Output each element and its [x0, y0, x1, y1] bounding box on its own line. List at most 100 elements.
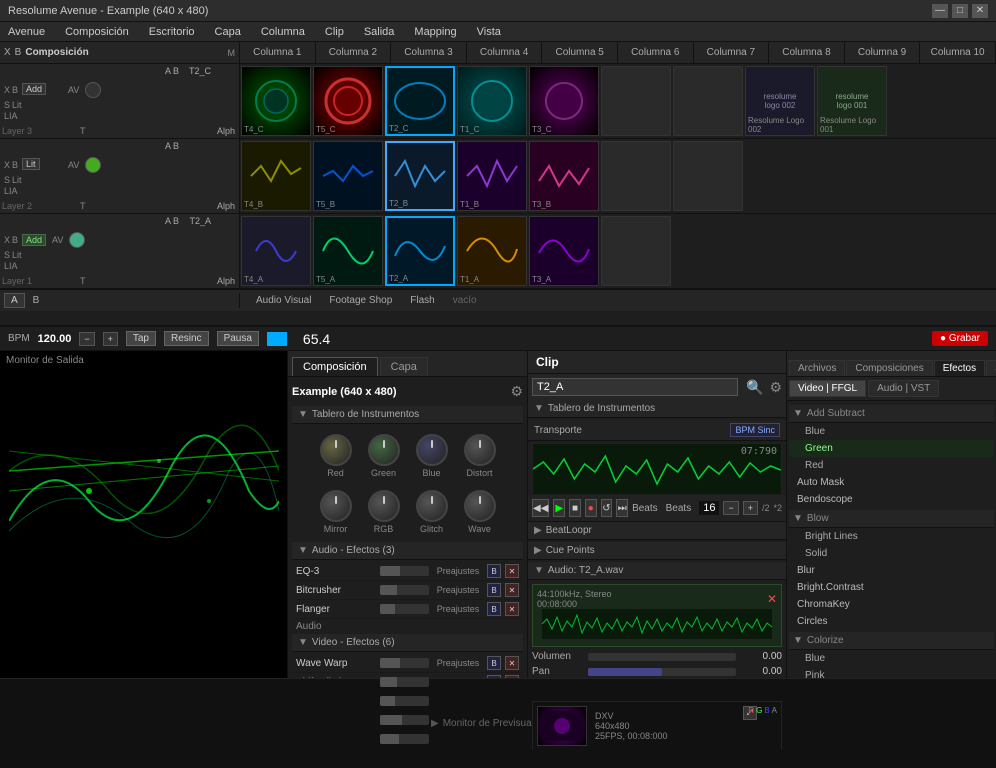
tab-capa[interactable]: Capa	[380, 357, 428, 376]
layer1-s[interactable]: S	[4, 250, 10, 260]
clip-settings-icon[interactable]: ⚙	[769, 379, 782, 396]
effect-eq3-x[interactable]: ✕	[505, 564, 519, 578]
comp-settings-icon[interactable]: ⚙	[510, 383, 523, 400]
layer3-s[interactable]: S	[4, 100, 10, 110]
effect-wavewarp-label[interactable]: Preajustes	[433, 658, 483, 668]
effect-addsubtract-blue[interactable]: Blue	[789, 423, 994, 440]
effects-tab-efectos[interactable]: Efectos	[934, 360, 985, 376]
layer2-x[interactable]: X	[4, 160, 10, 170]
col-header-8[interactable]: Columna 8	[769, 42, 845, 63]
nav-vacio[interactable]: vacío	[445, 293, 485, 308]
layer1-btn-add[interactable]: Add	[22, 234, 46, 246]
layer1-lia[interactable]: LIA	[4, 261, 18, 271]
nav-footage[interactable]: Footage Shop	[321, 293, 400, 308]
effect-flanger-x[interactable]: ✕	[505, 602, 519, 616]
effect-bitcrusher-x[interactable]: ✕	[505, 583, 519, 597]
clip-l3-8[interactable]: resolumelogo 002 Resolume Logo 002	[745, 66, 815, 136]
video-g-btn[interactable]: G	[756, 706, 762, 715]
clip-l2-7[interactable]	[673, 141, 743, 211]
category-blow[interactable]: ▼ Blow	[789, 510, 994, 528]
clip-l1-2[interactable]: T5_A	[313, 216, 383, 286]
clip-l1-1[interactable]: T4_A	[241, 216, 311, 286]
volume-value[interactable]: 0.00	[742, 651, 782, 662]
effect-wavewarp-b[interactable]: B	[487, 656, 501, 670]
clip-l2-5[interactable]: T3_B	[529, 141, 599, 211]
subtab-video[interactable]: Video | FFGL	[789, 380, 866, 397]
effect-addsubtract-green[interactable]: Green	[789, 440, 994, 457]
clip-tablero-header[interactable]: ▼ Tablero de Instrumentos	[528, 400, 786, 418]
close-button[interactable]: ✕	[972, 4, 988, 18]
bpm-toggle[interactable]	[267, 332, 287, 346]
transport-stop[interactable]: ■	[569, 499, 581, 517]
menu-mapping[interactable]: Mapping	[410, 26, 460, 38]
transport-skip[interactable]: ⏭	[616, 499, 628, 517]
knob-distort-control[interactable]	[464, 434, 496, 466]
col-header-9[interactable]: Columna 9	[845, 42, 921, 63]
beats-minus[interactable]: −	[723, 501, 738, 515]
col-header-7[interactable]: Columna 7	[694, 42, 770, 63]
col-header-2[interactable]: Columna 2	[316, 42, 392, 63]
col-header-4[interactable]: Columna 4	[467, 42, 543, 63]
clip-l3-6[interactable]	[601, 66, 671, 136]
video-r-btn[interactable]: R	[748, 706, 754, 715]
layer2-b[interactable]: B	[12, 160, 18, 170]
effect-blur[interactable]: Blur	[789, 562, 994, 579]
bpm-sinc-btn[interactable]: BPM Sinc	[730, 423, 780, 437]
layer1-b[interactable]: B	[12, 235, 18, 245]
effects-tab-archivos[interactable]: Archivos	[789, 360, 845, 376]
effect-flanger-b[interactable]: B	[487, 602, 501, 616]
clip-l3-4[interactable]: T1_C	[457, 66, 527, 136]
col-header-6[interactable]: Columna 6	[618, 42, 694, 63]
clip-l1-5[interactable]: T3_A	[529, 216, 599, 286]
effect-addsubtract-red[interactable]: Red	[789, 457, 994, 474]
clip-l3-9[interactable]: resolumelogo 001 Resolume Logo 001	[817, 66, 887, 136]
clip-name-input[interactable]	[532, 378, 738, 396]
nav-flash[interactable]: Flash	[402, 293, 442, 308]
transport-loop[interactable]: ↺	[601, 499, 613, 517]
layer3-lia[interactable]: LIA	[4, 111, 18, 121]
effect-colorize-blue[interactable]: Blue	[789, 650, 994, 667]
effect-chromakey[interactable]: ChromaKey	[789, 596, 994, 613]
clip-l2-2[interactable]: T5_B	[313, 141, 383, 211]
monitor-preview[interactable]: ▶ Monitor de Previsualización	[0, 678, 996, 750]
audio-close-icon[interactable]: ✕	[767, 592, 777, 606]
beats-plus[interactable]: +	[743, 501, 758, 515]
effects-tab-composiciones[interactable]: Composiciones	[846, 360, 932, 376]
layer3-t[interactable]: T	[80, 126, 86, 136]
clip-l3-2[interactable]: T5_C	[313, 66, 383, 136]
layer3-knob[interactable]	[85, 82, 101, 98]
clip-audio-header[interactable]: ▼ Audio: T2_A.wav	[528, 562, 786, 580]
col-header-3[interactable]: Columna 3	[391, 42, 467, 63]
menu-capa[interactable]: Capa	[211, 26, 245, 38]
knob-blue-control[interactable]	[416, 434, 448, 466]
bpm-plus-button[interactable]: +	[103, 332, 118, 346]
knob-mirror-control[interactable]	[320, 490, 352, 522]
col-header-1[interactable]: Columna 1	[240, 42, 316, 63]
menu-composicion[interactable]: Composición	[61, 26, 133, 38]
minimize-button[interactable]: —	[932, 4, 948, 18]
knob-rgb-control[interactable]	[368, 490, 400, 522]
video-section-header[interactable]: ▼ Video - Efectos (6)	[292, 634, 523, 652]
effect-eq3-label[interactable]: Preajustes	[433, 566, 483, 576]
clip-l3-1[interactable]: T4_C	[241, 66, 311, 136]
tab-composicion[interactable]: Composición	[292, 357, 378, 376]
nav-audio-visual[interactable]: Audio Visual	[248, 293, 319, 308]
menu-columna[interactable]: Columna	[257, 26, 309, 38]
beatloopr-header[interactable]: ▶ BeatLoopr	[528, 522, 786, 540]
knob-glitch-control[interactable]	[416, 490, 448, 522]
layer2-s[interactable]: S	[4, 175, 10, 185]
audio-collapse[interactable]: Audio	[292, 619, 523, 634]
effect-blow-brightlines[interactable]: Bright Lines	[789, 528, 994, 545]
bpm-minus-button[interactable]: −	[79, 332, 94, 346]
effect-flanger-label[interactable]: Preajustes	[433, 604, 483, 614]
effect-bendoscope[interactable]: Bendoscope	[789, 491, 994, 508]
cuepoints-header[interactable]: ▶ Cue Points	[528, 542, 786, 560]
knob-wave-control[interactable]	[464, 490, 496, 522]
layer3-b[interactable]: B	[12, 85, 18, 95]
audio-section-header[interactable]: ▼ Audio - Efectos (3)	[292, 542, 523, 560]
volume-track[interactable]	[588, 653, 736, 661]
clip-l2-1[interactable]: T4_B	[241, 141, 311, 211]
category-addsubtract[interactable]: ▼ Add Subtract	[789, 405, 994, 423]
pan-value[interactable]: 0.00	[742, 666, 782, 677]
transport-prev[interactable]: ◀◀	[532, 499, 549, 517]
